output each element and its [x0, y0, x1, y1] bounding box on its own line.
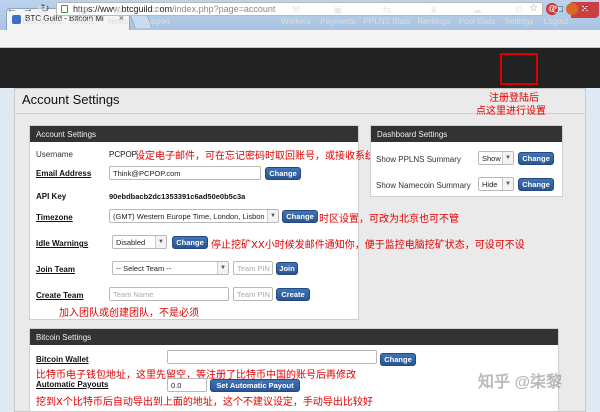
browser-menu-icon[interactable]: ≡ [583, 2, 589, 14]
nav-payments[interactable]: ▣ Payments [318, 4, 358, 38]
set-automatic-payout-button[interactable]: Set Automatic Payout [210, 379, 300, 392]
nav-label: Charts [71, 17, 95, 26]
settings-highlight-box [500, 53, 538, 85]
join-team-value: -- Select Team -- [116, 264, 172, 273]
bitcoin-wallet-label: Bitcoin Wallet [36, 355, 89, 364]
nav-label: Payments [320, 17, 356, 26]
nav-label: Pool Stats [458, 17, 496, 26]
panel-heading: Account Settings [30, 126, 358, 142]
team-name-input[interactable]: Team Name [109, 287, 229, 301]
bitcoin-wallet-input[interactable] [167, 350, 377, 364]
annotation-timezone: 时区设置，可改为北京也可不管 [319, 214, 459, 225]
panel-heading: Bitcoin Settings [30, 329, 558, 345]
chevron-down-icon: ▼ [502, 152, 513, 164]
url-path: /index.php?page=account [172, 4, 276, 14]
payout-threshold-input[interactable]: 0.0 [167, 378, 207, 392]
idle-warnings-value: Disabled [116, 238, 146, 247]
nav-logout[interactable]: ⏻ Logout [540, 4, 572, 38]
create-team-pin-input[interactable]: Team PIN [233, 287, 273, 301]
email-label: Email Address [36, 169, 92, 178]
nav-support[interactable]: ✉ Support [139, 4, 173, 38]
create-team-label: Create Team [36, 291, 84, 300]
chart-icon: ▥ [78, 5, 88, 16]
gear-icon: ⚙ [514, 5, 524, 16]
join-team-pin-input[interactable]: Team PIN [233, 261, 273, 275]
nav-settings[interactable]: ⚙ Settings [502, 4, 536, 38]
api-key-label: API Key [36, 192, 67, 201]
create-team-button[interactable]: Create [276, 288, 310, 301]
nav-label: Support [141, 17, 171, 26]
pplns-summary-select[interactable]: Show ▼ [478, 151, 514, 165]
annotation-team: 加入团队或创建团队，不是必须 [59, 308, 199, 319]
page-title: Account Settings [22, 92, 120, 107]
automatic-payouts-label: Automatic Payouts [36, 380, 109, 389]
timezone-value: (GMT) Western Europe Time, London, Lisbo… [113, 212, 265, 221]
pool-icon: ☁ [472, 5, 482, 16]
timezone-select[interactable]: (GMT) Western Europe Time, London, Lisbo… [109, 209, 279, 223]
idle-warnings-select[interactable]: Disabled ▼ [112, 235, 167, 249]
namecoin-summary-value: Hide [482, 180, 498, 189]
idle-warnings-label: Idle Warnings [36, 239, 89, 248]
news-icon: ▦ [113, 5, 123, 16]
change-wallet-button[interactable]: Change [380, 353, 416, 366]
nav-charts[interactable]: ▥ Charts [68, 4, 98, 38]
nav-dashboard[interactable]: ▤ Dashboard [20, 4, 64, 38]
support-icon: ✉ [151, 5, 161, 16]
annotation-email: 设定电子邮件，可在忘记密码时取回账号，或接收系统通知 [135, 151, 395, 162]
namecoin-summary-label: Show Namecoin Summary [376, 181, 471, 190]
chevron-down-icon: ▼ [267, 210, 278, 222]
nav-pplns-stats[interactable]: ⇆ PPLNS Stats [362, 4, 412, 38]
change-email-button[interactable]: Change [265, 167, 301, 180]
change-timezone-button[interactable]: Change [282, 210, 318, 223]
pplns-summary-label: Show PPLNS Summary [376, 155, 461, 164]
back-arrow-icon[interactable]: ← [5, 2, 19, 16]
dashboard-icon: ▤ [37, 5, 47, 16]
nav-label: Dashboard [22, 17, 62, 26]
trophy-icon: ♛ [429, 5, 439, 16]
payments-icon: ▣ [333, 5, 343, 16]
timezone-label: Timezone [36, 213, 73, 222]
join-team-button[interactable]: Join [276, 262, 298, 275]
annotation-settings-2: 点这里进行设置 [476, 106, 546, 117]
logout-icon: ⏻ [552, 5, 560, 16]
nav-label: News [107, 17, 128, 26]
nav-pool-stats[interactable]: ☁ Pool Stats [456, 4, 498, 38]
change-namecoin-button[interactable]: Change [518, 178, 554, 191]
nav-label: PPLNS Stats [363, 17, 411, 26]
pplns-summary-value: Show [482, 154, 501, 163]
email-field[interactable]: Think@PCPOP.com [109, 166, 261, 180]
namecoin-summary-select[interactable]: Hide ▼ [478, 177, 514, 191]
change-idle-button[interactable]: Change [172, 236, 208, 249]
nav-label: Logout [543, 17, 569, 26]
nav-label: Settings [504, 17, 534, 26]
stats-icon: ⇆ [382, 5, 392, 16]
panel-heading: Dashboard Settings [371, 126, 562, 142]
username-label: Username [36, 150, 73, 159]
annotation-payout: 挖到X个比特币后自动导出到上面的地址，这个不建议设定，手动导出比较好 [36, 397, 373, 408]
chevron-down-icon: ▼ [155, 236, 166, 248]
username-value: PCPOP [109, 150, 138, 159]
nav-news[interactable]: ▦ News [104, 4, 132, 38]
watermark: 知乎 @柒黎 [478, 374, 563, 391]
nav-rankings[interactable]: ♛ Rankings [415, 4, 453, 38]
annotation-idle: 停止挖矿XX小时候发邮件通知你，便于监控电脑挖矿状态，可设可不设 [211, 240, 525, 251]
join-team-select[interactable]: -- Select Team -- ▼ [112, 261, 229, 275]
nav-label: Workers [281, 17, 311, 26]
change-pplns-button[interactable]: Change [518, 152, 554, 165]
api-key-value: 90ebdbacb2dc1353391c6ad50e0b5c3a [109, 192, 246, 201]
chevron-down-icon: ▼ [502, 178, 513, 190]
workers-icon: ⚒ [291, 5, 301, 16]
chevron-down-icon: ▼ [217, 262, 228, 274]
nav-workers[interactable]: ⚒ Workers [279, 4, 313, 38]
nav-label: Rankings [417, 17, 451, 26]
join-team-label: Join Team [36, 265, 75, 274]
